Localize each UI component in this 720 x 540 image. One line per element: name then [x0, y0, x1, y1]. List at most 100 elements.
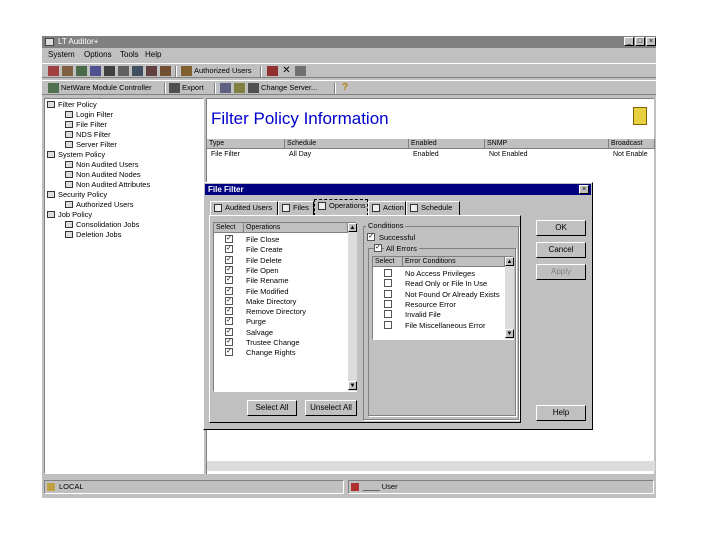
operations-icon — [318, 202, 326, 210]
successful-checkbox[interactable]: ✓ — [367, 233, 375, 241]
error-condition-checkbox[interactable] — [384, 320, 392, 329]
attributes-icon[interactable] — [132, 66, 143, 76]
tree-node-login-filter[interactable]: Login Filter — [65, 110, 113, 119]
operation-checkbox[interactable]: ✓ — [225, 276, 233, 285]
operation-checkbox[interactable]: ✓ — [225, 235, 233, 243]
tree-node-system-policy[interactable]: System Policy — [47, 150, 105, 159]
column-header-operations[interactable]: Operations — [244, 223, 348, 233]
change-server-button[interactable]: Change Server... — [261, 83, 317, 92]
horizontal-scrollbar[interactable] — [207, 461, 655, 471]
menu-system[interactable]: System — [48, 50, 75, 59]
operation-checkbox[interactable]: ✓ — [225, 286, 233, 295]
errors-scrollbar[interactable]: ▲ ▼ — [505, 257, 514, 339]
operation-checkbox[interactable]: ✓ — [225, 307, 233, 316]
column-header-enabled[interactable]: Enabled — [409, 139, 485, 149]
dialog-title: File Filter — [205, 184, 591, 195]
scroll-down-button[interactable]: ▼ — [505, 329, 514, 338]
netware-module-controller-button[interactable]: NetWare Module Controller — [61, 83, 152, 92]
error-condition-checkbox[interactable] — [384, 269, 392, 277]
column-header-error-conditions[interactable]: Error Conditions — [403, 257, 505, 267]
column-header-select[interactable]: Select — [214, 223, 244, 233]
operation-checkbox[interactable]: ✓ — [225, 296, 233, 305]
scroll-up-button[interactable]: ▲ — [505, 257, 514, 266]
network-icon[interactable] — [220, 83, 231, 93]
menu-help[interactable]: Help — [145, 50, 161, 59]
column-header-schedule[interactable]: Schedule — [285, 139, 409, 149]
tree-node-nds-filter[interactable]: NDS Filter — [65, 130, 111, 139]
export-icon[interactable] — [169, 83, 180, 93]
tree-node-authorized-users[interactable]: Authorized Users — [65, 200, 134, 209]
operation-checkbox[interactable]: ✓ — [225, 338, 233, 346]
delete-icon[interactable]: ✕ — [281, 66, 292, 76]
authorized-users-icon[interactable] — [181, 66, 192, 76]
operation-checkbox[interactable]: ✓ — [225, 317, 233, 326]
column-header-broadcast[interactable]: Broadcast — [609, 139, 655, 149]
tree-node-file-filter[interactable]: File Filter — [65, 120, 107, 129]
close-window-button[interactable]: × — [646, 37, 656, 46]
operation-checkbox[interactable]: ✓ — [225, 245, 233, 254]
column-header-type[interactable]: Type — [207, 139, 285, 149]
toolbar-separator — [175, 66, 177, 77]
nodes-icon[interactable] — [118, 66, 129, 76]
column-header-select[interactable]: Select — [373, 257, 403, 267]
cancel-button[interactable]: Cancel — [536, 242, 586, 258]
column-header-snmp[interactable]: SNMP — [485, 139, 609, 149]
maximize-button[interactable]: □ — [635, 37, 645, 46]
export-button[interactable]: Export — [182, 83, 204, 92]
status-user: ____ User — [348, 480, 654, 494]
ok-button[interactable]: OK — [536, 220, 586, 236]
nds-filter-icon[interactable] — [76, 66, 87, 76]
operation-checkbox[interactable]: ✓ — [225, 348, 233, 357]
operation-label: Remove Directory — [246, 307, 307, 317]
error-condition-checkbox[interactable] — [384, 289, 392, 298]
tab-operations[interactable]: Operations — [314, 199, 368, 216]
scroll-up-button[interactable]: ▲ — [348, 223, 357, 232]
jobs-icon[interactable] — [160, 66, 171, 76]
tab-action[interactable]: Action — [368, 201, 406, 215]
tree-node-job-policy[interactable]: Job Policy — [47, 210, 92, 219]
error-condition-checkbox[interactable] — [384, 279, 392, 288]
tab-files[interactable]: Files — [278, 201, 314, 215]
login-filter-icon[interactable] — [48, 66, 59, 76]
operation-checkbox[interactable]: ✓ — [225, 327, 233, 336]
tree-node-deletion-jobs[interactable]: Deletion Jobs — [65, 230, 121, 239]
help-icon[interactable]: ? — [342, 83, 353, 93]
tab-schedule[interactable]: Schedule — [406, 201, 460, 215]
tree-node-consolidation-jobs[interactable]: Consolidation Jobs — [65, 220, 139, 229]
tab-audited-users[interactable]: Audited Users — [210, 201, 278, 215]
scroll-down-button[interactable]: ▼ — [348, 381, 357, 390]
minimize-button[interactable]: _ — [624, 37, 634, 46]
operation-checkbox[interactable]: ✓ — [225, 265, 233, 274]
server-filter-icon[interactable] — [90, 66, 101, 76]
change-server-icon[interactable] — [248, 83, 259, 93]
netware-module-icon[interactable] — [48, 83, 59, 93]
operation-label: File Delete — [246, 255, 282, 265]
tree-node-filter-policy[interactable]: Filter Policy — [47, 100, 97, 109]
error-condition-checkbox[interactable] — [384, 310, 392, 319]
tree-node-server-filter[interactable]: Server Filter — [65, 140, 117, 149]
users-icon[interactable] — [104, 66, 115, 76]
file-filter-icon[interactable] — [62, 66, 73, 76]
tools-icon[interactable] — [234, 83, 245, 93]
tree-node-non-audited-attributes[interactable]: Non Audited Attributes — [65, 180, 150, 189]
unselect-all-button[interactable]: Unselect All — [305, 400, 357, 416]
all-errors-checkbox[interactable]: ✓ — [374, 244, 382, 252]
save-icon[interactable] — [295, 66, 306, 76]
error-condition-checkbox[interactable] — [384, 299, 392, 308]
select-all-button[interactable]: Select All — [247, 400, 297, 416]
tree-node-non-audited-nodes[interactable]: Non Audited Nodes — [65, 170, 141, 179]
help-button[interactable]: Help — [536, 405, 586, 421]
operation-checkbox[interactable]: ✓ — [225, 255, 233, 264]
cell-type[interactable]: File Filter — [211, 151, 240, 158]
tree-node-security-policy[interactable]: Security Policy — [47, 190, 107, 199]
operations-scrollbar[interactable]: ▲ ▼ — [348, 223, 357, 391]
edit-icon[interactable] — [267, 66, 278, 76]
menu-options[interactable]: Options — [84, 50, 112, 59]
apply-button[interactable]: Apply — [536, 264, 586, 280]
authorized-users-button[interactable]: Authorized Users — [194, 66, 252, 75]
close-dialog-button[interactable]: × — [579, 185, 589, 194]
action-icon — [372, 204, 380, 212]
policy-icon[interactable] — [146, 66, 157, 76]
menu-tools[interactable]: Tools — [120, 50, 139, 59]
tree-node-non-audited-users[interactable]: Non Audited Users — [65, 160, 139, 169]
